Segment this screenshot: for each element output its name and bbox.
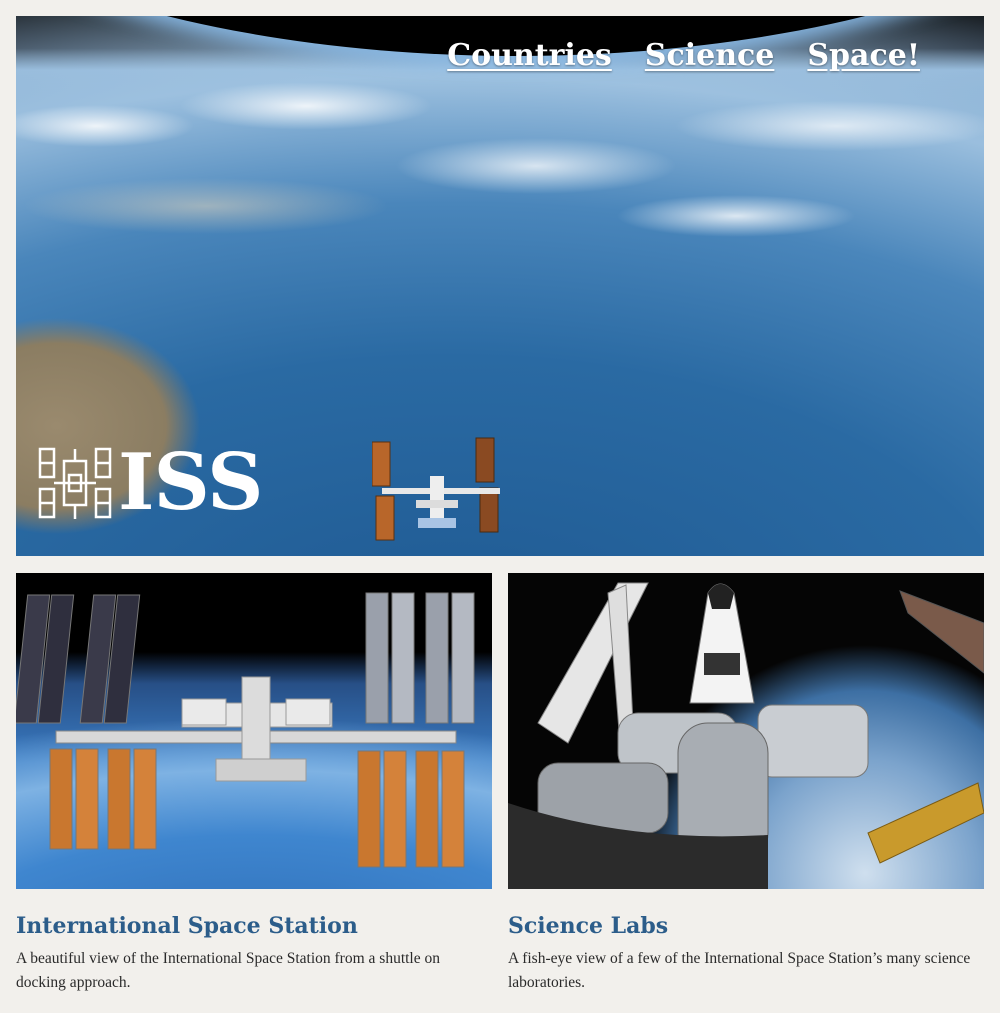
- site-logo[interactable]: ISS: [38, 437, 263, 528]
- hero-banner: Countries Science Space! ISS: [16, 16, 984, 556]
- card-description: A fish-eye view of a few of the Internat…: [508, 950, 971, 992]
- iss-logo-icon: [38, 447, 112, 519]
- nav-link-science[interactable]: Science: [645, 38, 775, 73]
- nav-link-countries[interactable]: Countries: [447, 38, 612, 73]
- station-illustration: [16, 592, 475, 868]
- main-nav: Countries Science Space!: [447, 38, 920, 73]
- cloud-layer: [16, 56, 984, 246]
- station-photo: [16, 573, 492, 889]
- card-international-space-station[interactable]: International Space Station A beautiful …: [16, 573, 492, 995]
- space-station-icon: [372, 437, 500, 541]
- card-title[interactable]: International Space Station: [16, 913, 492, 939]
- card-description: A beautiful view of the International Sp…: [16, 950, 440, 992]
- labs-photo: [508, 573, 984, 889]
- nav-link-space[interactable]: Space!: [807, 38, 920, 73]
- labs-illustration: [508, 582, 984, 889]
- card-title[interactable]: Science Labs: [508, 913, 984, 939]
- card-science-labs[interactable]: Science Labs A fish-eye view of a few of…: [508, 573, 984, 995]
- logo-text: ISS: [118, 437, 263, 528]
